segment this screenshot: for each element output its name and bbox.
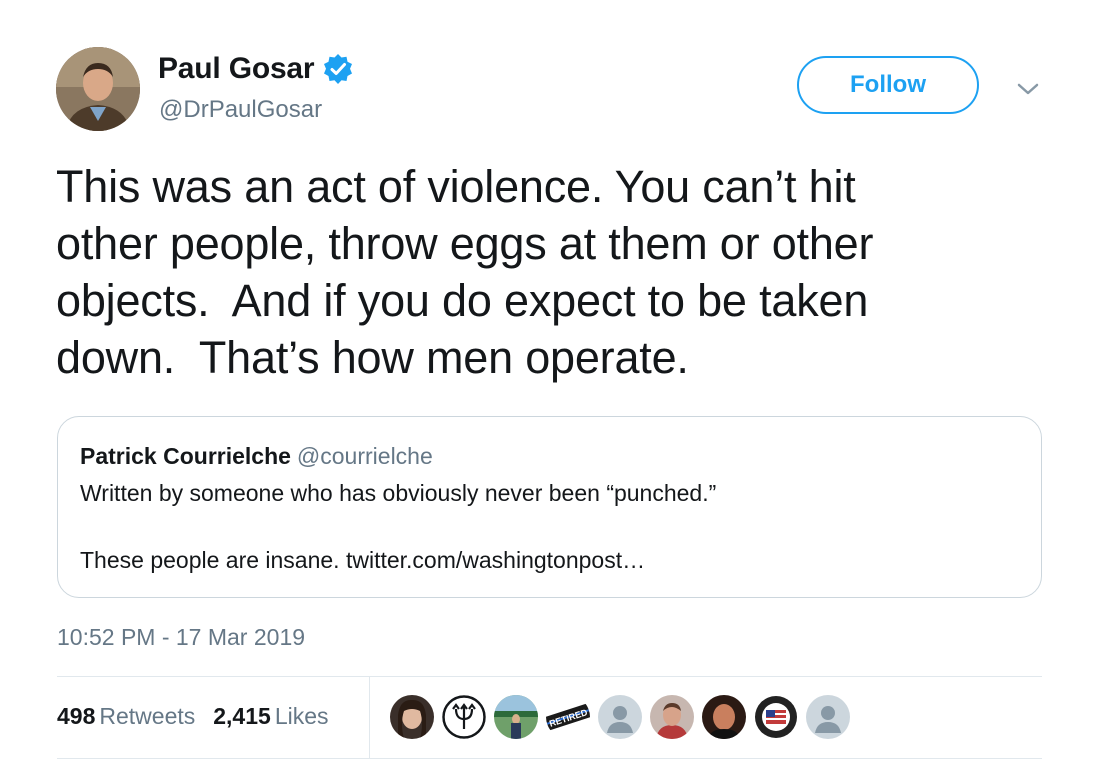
likes-count: 2,415 <box>213 703 271 729</box>
liker-avatar-field[interactable] <box>494 695 538 739</box>
tweet-text: This was an act of violence. You can’t h… <box>56 161 874 383</box>
verified-badge-icon <box>322 53 354 85</box>
author-handle[interactable]: @DrPaulGosar <box>159 96 322 124</box>
divider <box>57 676 1042 677</box>
liker-avatar-flag-seal[interactable] <box>754 695 798 739</box>
follow-button[interactable]: Follow <box>797 56 979 114</box>
quoted-tweet-card[interactable]: Patrick Courrielche @courrielche Written … <box>57 416 1042 598</box>
retweets-label: Retweets <box>99 703 196 729</box>
engagement-stats: 498 Retweets 2,415 Likes <box>57 703 329 730</box>
liker-avatar-default[interactable] <box>806 695 850 739</box>
retweets-count: 498 <box>57 703 96 729</box>
liker-avatars: RETIRED <box>390 695 850 739</box>
liker-avatar-trident[interactable] <box>442 695 486 739</box>
chevron-down-icon[interactable] <box>1015 80 1041 98</box>
liker-avatar-woman[interactable] <box>390 695 434 739</box>
tweet-timestamp[interactable]: 10:52 PM - 17 Mar 2019 <box>57 624 305 651</box>
quoted-tweet-text-line1: Written by someone who has obviously nev… <box>80 480 717 506</box>
liker-avatar-default[interactable] <box>598 695 642 739</box>
retweets-stat[interactable]: 498 Retweets <box>57 703 195 730</box>
likes-label: Likes <box>274 703 329 729</box>
quoted-tweet-header: Patrick Courrielche @courrielche <box>80 443 433 470</box>
liker-avatar-man-red[interactable] <box>650 695 694 739</box>
divider <box>57 758 1042 759</box>
author-name-row: Paul Gosar <box>158 52 354 86</box>
quoted-author-handle: @courrielche <box>296 443 433 469</box>
liker-avatar-retired-badge[interactable]: RETIRED <box>546 695 590 739</box>
quoted-author-name: Patrick Courrielche <box>80 443 291 469</box>
quoted-tweet-text-line2: These people are insane. twitter.com/was… <box>80 547 646 573</box>
liker-avatar-man-dark[interactable] <box>702 695 746 739</box>
divider <box>369 676 370 758</box>
likes-stat[interactable]: 2,415 Likes <box>213 703 328 730</box>
author-display-name[interactable]: Paul Gosar <box>158 52 315 86</box>
author-avatar[interactable] <box>56 47 140 131</box>
